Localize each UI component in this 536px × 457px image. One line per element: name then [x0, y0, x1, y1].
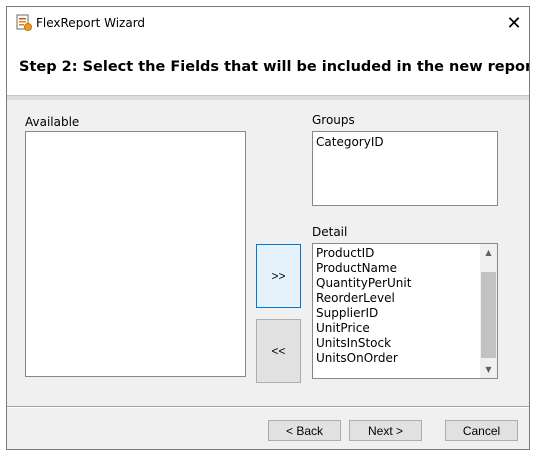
detail-field-item[interactable]: SupplierID	[313, 306, 497, 321]
back-button[interactable]: < Back	[268, 420, 341, 441]
detail-field-item[interactable]: UnitsOnOrder	[313, 351, 497, 366]
detail-field-item[interactable]: ProductID	[313, 246, 497, 261]
detail-items: ProductID ProductName QuantityPerUnit Reord…	[313, 246, 497, 366]
back-button-label: < Back	[285, 423, 324, 438]
flexreport-wizard-icon	[16, 14, 32, 31]
next-button[interactable]: Next >	[349, 420, 422, 441]
available-label: Available	[25, 115, 80, 129]
detail-list[interactable]: ProductID ProductName QuantityPerUnit Reord…	[312, 243, 498, 379]
close-icon: ✕	[506, 12, 522, 34]
detail-scrollbar[interactable]: ▲ ▼	[480, 244, 497, 378]
title-bar: FlexReport Wizard ✕	[7, 7, 529, 39]
add-field-label: >>	[271, 269, 286, 283]
detail-label: Detail	[312, 225, 348, 239]
window-title: FlexReport Wizard	[36, 16, 146, 30]
scroll-thumb[interactable]	[481, 272, 496, 358]
remove-field-button[interactable]: <<	[256, 319, 301, 383]
detail-field-item[interactable]: QuantityPerUnit	[313, 276, 497, 291]
next-button-label: Next >	[367, 423, 403, 438]
detail-field-item[interactable]: UnitsInStock	[313, 336, 497, 351]
available-fields-list[interactable]	[25, 131, 246, 377]
detail-field-item[interactable]: UnitPrice	[313, 321, 497, 336]
detail-field-item[interactable]: ReorderLevel	[313, 291, 497, 306]
scroll-down-icon[interactable]: ▼	[480, 361, 497, 378]
group-field-item[interactable]: CategoryID	[313, 135, 497, 150]
cancel-button-label: Cancel	[462, 423, 501, 438]
header-separator	[7, 95, 529, 100]
remove-field-label: <<	[271, 344, 286, 358]
add-field-button[interactable]: >>	[256, 244, 301, 308]
close-button[interactable]: ✕	[499, 7, 529, 39]
step-title: Step 2: Select the Fields that will be i…	[19, 59, 530, 75]
groups-label: Groups	[312, 113, 355, 127]
cancel-button[interactable]: Cancel	[445, 420, 518, 441]
flexreport-wizard-dialog: FlexReport Wizard ✕ Step 2: Select the F…	[6, 6, 530, 450]
footer-separator-highlight	[7, 407, 529, 408]
detail-field-item[interactable]: ProductName	[313, 261, 497, 276]
wizard-header: Step 2: Select the Fields that will be i…	[7, 39, 529, 95]
groups-list[interactable]: CategoryID	[312, 131, 498, 206]
scroll-up-icon[interactable]: ▲	[480, 244, 497, 261]
